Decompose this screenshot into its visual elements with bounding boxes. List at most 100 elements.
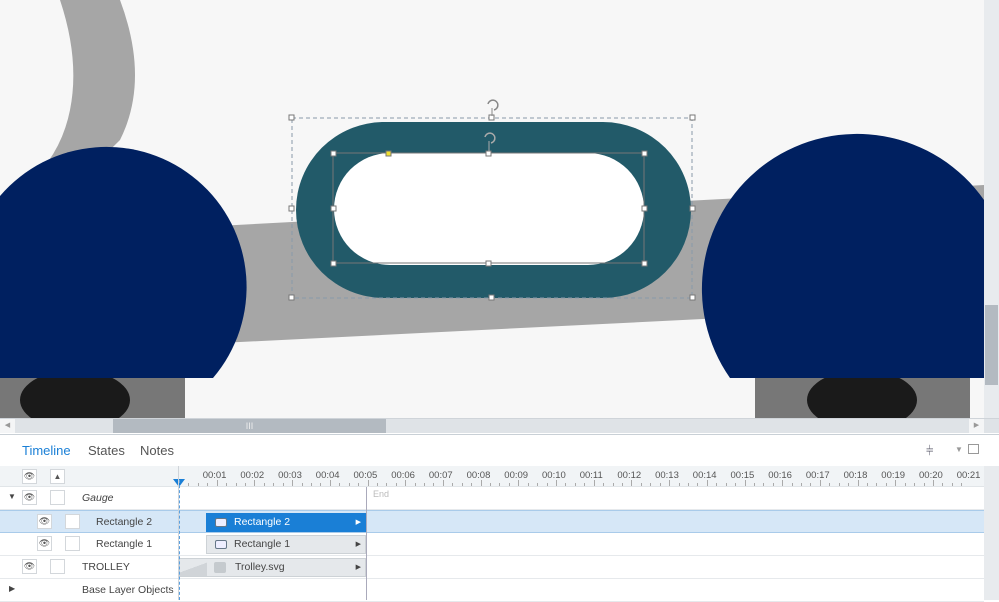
tick-mark: [744, 480, 746, 486]
layer-name[interactable]: Rectangle 1: [96, 538, 152, 550]
tick-label: 00:07: [428, 470, 453, 481]
restore-panel-icon[interactable]: [968, 444, 979, 454]
tick-mark: [725, 483, 727, 486]
bar-label: Rectangle 2: [234, 516, 291, 528]
tick-mark: [631, 480, 633, 486]
tick-mark: [188, 483, 190, 486]
tick-mark: [791, 483, 793, 486]
tick-mark: [753, 483, 755, 486]
collapse-icon[interactable]: ▼: [8, 492, 16, 501]
svg-icon: [214, 562, 226, 573]
tick-mark: [329, 480, 331, 486]
tick-mark: [574, 483, 576, 486]
tab-states[interactable]: States: [88, 443, 125, 458]
timeline-bar[interactable]: Trolley.svg ▶: [179, 558, 366, 577]
tick-mark: [480, 480, 482, 486]
tick-mark: [923, 483, 925, 486]
lock-checkbox[interactable]: [50, 559, 65, 574]
tick-mark: [499, 483, 501, 486]
tick-mark: [621, 483, 623, 486]
layer-name[interactable]: Gauge: [82, 492, 114, 504]
tick-mark: [867, 483, 868, 486]
end-marker[interactable]: [366, 487, 367, 600]
end-label: End: [373, 489, 390, 499]
tick-mark: [282, 483, 284, 486]
scroll-right-button[interactable]: ▶: [969, 419, 984, 433]
vertical-scroll-thumb[interactable]: [985, 305, 998, 385]
trolley-artwork: [0, 0, 984, 418]
layer-row[interactable]: 👁 Rectangle 2 Rectangle 2 ▶: [0, 510, 984, 533]
tick-mark: [669, 480, 671, 486]
lock-all-icon[interactable]: ▲: [50, 469, 65, 484]
tick-mark: [207, 483, 209, 486]
tab-notes[interactable]: Notes: [140, 443, 174, 458]
stage-canvas[interactable]: [0, 0, 984, 418]
visibility-eye-icon[interactable]: 👁: [37, 536, 52, 551]
tick-mark: [348, 483, 350, 486]
lock-checkbox[interactable]: [65, 514, 80, 529]
expand-icon[interactable]: ▶: [9, 584, 15, 593]
tick-label: 00:21: [956, 470, 981, 481]
visibility-eye-icon[interactable]: 👁: [37, 514, 52, 529]
dropdown-icon[interactable]: ▼: [955, 445, 963, 454]
tick-mark: [678, 483, 680, 486]
tick-mark: [471, 483, 473, 486]
tick-mark: [763, 483, 765, 486]
vertical-scrollbar[interactable]: [984, 0, 999, 418]
tick-mark: [461, 483, 463, 486]
tick-mark: [452, 483, 454, 486]
layer-row[interactable]: ▶ Base Layer Objects: [0, 579, 984, 602]
tick-mark: [735, 483, 736, 486]
tick-mark: [904, 483, 906, 486]
tab-timeline[interactable]: Timeline: [22, 443, 71, 458]
tick-mark: [556, 480, 557, 486]
expand-arrow-icon[interactable]: ▶: [356, 514, 361, 531]
left-fender: [0, 146, 247, 378]
tick-label: 00:08: [466, 470, 491, 481]
expand-arrow-icon[interactable]: ▶: [356, 559, 361, 576]
layer-name[interactable]: Rectangle 2: [96, 516, 152, 528]
layer-row[interactable]: 👁 TROLLEY Trolley.svg ▶: [0, 556, 984, 579]
expand-arrow-icon[interactable]: ▶: [356, 536, 361, 553]
tick-mark: [942, 483, 944, 486]
tick-mark: [612, 483, 614, 486]
tick-mark: [697, 483, 699, 486]
lock-checkbox[interactable]: [65, 536, 80, 551]
bar-label: Rectangle 1: [234, 538, 291, 550]
tick-mark: [301, 483, 303, 486]
tick-mark: [838, 483, 840, 486]
tick-mark: [716, 483, 718, 486]
visibility-eye-icon[interactable]: 👁: [22, 490, 37, 505]
tick-label: 00:04: [315, 470, 340, 481]
timeline-bar[interactable]: Rectangle 1 ▶: [206, 535, 366, 554]
layer-name[interactable]: Base Layer Objects: [82, 584, 174, 596]
horizontal-scrollbar[interactable]: ◀ III ▶: [0, 418, 999, 433]
tick-mark: [292, 480, 294, 486]
timeline-bar[interactable]: Rectangle 2 ▶: [206, 513, 366, 532]
tick-mark: [593, 480, 595, 486]
layer-row[interactable]: 👁 Rectangle 1 Rectangle 1 ▶: [0, 533, 984, 556]
tick-label: 00:01: [202, 470, 227, 481]
tick-label: 00:13: [655, 470, 679, 481]
scroll-left-button[interactable]: ◀: [0, 419, 15, 433]
tick-label: 00:05: [353, 470, 378, 481]
time-ruler[interactable]: 👁 ▲ 00:01 00:02 00:03 00:04 00:05 00:06 00:07 0…: [0, 466, 984, 487]
horizontal-scroll-thumb[interactable]: III: [113, 419, 386, 433]
tick-label: 00:02: [240, 470, 265, 481]
timeline-vertical-scrollbar[interactable]: [984, 466, 999, 600]
visibility-eye-icon[interactable]: 👁: [22, 559, 37, 574]
tick-mark: [386, 483, 388, 486]
tick-mark: [857, 480, 859, 486]
align-icon[interactable]: ⫩: [926, 443, 933, 459]
lock-checkbox[interactable]: [50, 490, 65, 505]
tick-label: 00:06: [391, 470, 415, 481]
tick-label: 00:10: [542, 470, 566, 481]
show-all-eye-icon[interactable]: 👁: [22, 469, 37, 484]
layer-name[interactable]: TROLLEY: [82, 561, 130, 573]
tick-mark: [885, 483, 887, 486]
layer-row[interactable]: ▼ 👁 Gauge: [0, 487, 984, 510]
tick-mark: [320, 483, 322, 486]
tick-mark: [914, 483, 916, 486]
shape-icon: [215, 540, 227, 549]
tick-label: 00:15: [730, 470, 755, 481]
